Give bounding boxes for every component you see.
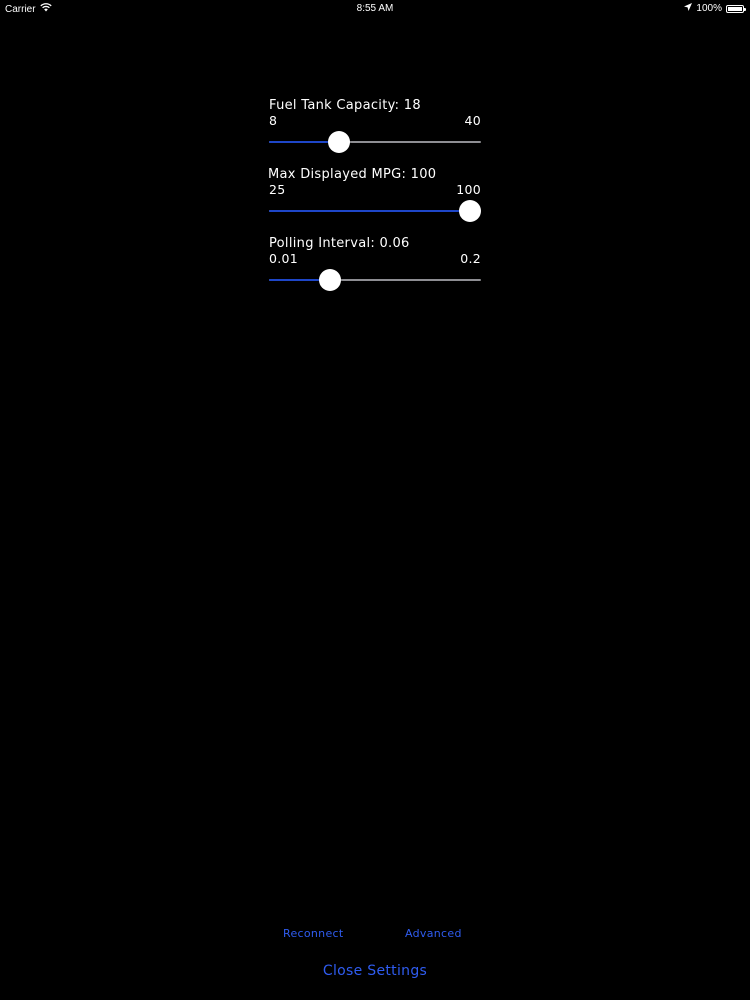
polling-interval-slider[interactable]: [269, 267, 481, 293]
max-mpg-setting: Max Displayed MPG: 100 25 100: [268, 167, 481, 224]
slider-track-fill: [269, 210, 470, 212]
battery-level: [728, 6, 742, 11]
fuel-tank-setting: Fuel Tank Capacity: 18 8 40: [268, 98, 481, 155]
polling-interval-max-label: 0.2: [460, 251, 481, 266]
close-settings-button[interactable]: Close Settings: [0, 963, 750, 979]
battery-icon: [726, 4, 746, 13]
reconnect-button[interactable]: Reconnect: [283, 927, 343, 940]
advanced-button[interactable]: Advanced: [405, 927, 462, 940]
polling-interval-title: Polling Interval: 0.06: [269, 236, 410, 251]
fuel-tank-max-label: 40: [464, 113, 481, 128]
max-mpg-max-label: 100: [456, 182, 481, 197]
battery-percent: 100%: [696, 3, 722, 14]
polling-interval-setting: Polling Interval: 0.06 0.01 0.2: [268, 236, 481, 293]
slider-thumb[interactable]: [328, 131, 351, 153]
location-arrow-icon: [684, 3, 693, 14]
fuel-tank-min-label: 8: [269, 113, 278, 128]
max-mpg-range: 25 100: [268, 182, 481, 198]
polling-interval-range: 0.01 0.2: [268, 251, 481, 267]
status-bar-right: 100%: [684, 3, 746, 14]
max-mpg-slider[interactable]: [269, 198, 481, 224]
status-bar-time: 8:55 AM: [356, 3, 394, 14]
fuel-tank-title: Fuel Tank Capacity: 18: [269, 98, 421, 113]
fuel-tank-slider[interactable]: [269, 129, 481, 155]
polling-interval-min-label: 0.01: [269, 251, 299, 266]
max-mpg-title: Max Displayed MPG: 100: [268, 167, 437, 182]
max-mpg-min-label: 25: [269, 182, 286, 197]
slider-thumb[interactable]: [459, 200, 481, 222]
fuel-tank-range: 8 40: [268, 113, 481, 129]
slider-thumb[interactable]: [319, 269, 341, 291]
settings-screen: Carrier 8:55 AM 100% Fuel Tank Capacity:…: [0, 0, 750, 1000]
status-bar: Carrier 8:55 AM 100%: [0, 0, 750, 18]
